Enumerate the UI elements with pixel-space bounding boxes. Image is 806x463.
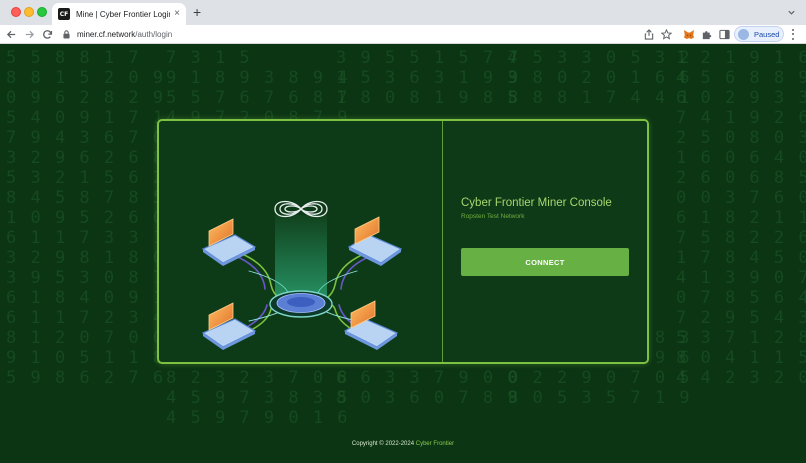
login-panel: Cyber Frontier Miner Console Ropsten Tes… [444,121,647,362]
page-viewport: 5 5 8 8 1 7 8 8 1 5 2 0 9 0 9 6 2 8 2 9 … [0,44,806,463]
console-title: Cyber Frontier Miner Console [461,197,612,209]
maximize-window-button[interactable] [37,7,47,17]
url-text[interactable]: miner.cf.network/auth/login [77,30,172,39]
laptop-icon [347,216,403,266]
site-favicon-icon: CF [58,8,70,20]
tab-close-icon[interactable]: × [174,9,180,19]
browser-tab-bar: CF Mine | Cyber Frontier Login × + [0,0,806,25]
new-tab-plus-icon[interactable]: + [193,5,201,19]
lock-icon[interactable] [61,29,71,41]
browser-menu-kebab-icon[interactable] [789,28,797,41]
address-bar[interactable]: miner.cf.network/auth/login [61,27,681,42]
profile-button[interactable]: Paused [734,26,784,42]
bookmark-star-icon[interactable] [660,28,673,41]
laptop-icon [201,218,257,266]
laptop-icon [343,300,399,350]
network-label: Ropsten Test Network [461,213,525,220]
profile-avatar-icon [738,28,749,40]
close-window-button[interactable] [11,7,21,17]
metamask-fox-icon[interactable] [682,28,695,41]
connect-button[interactable]: CONNECT [461,248,629,276]
reload-icon[interactable] [40,27,55,42]
footer: Copyright © 2022-2024 Cyber Frontier [0,441,806,447]
forward-arrow-icon[interactable] [22,27,37,42]
back-arrow-icon[interactable] [4,27,19,42]
copyright-text: Copyright © 2022-2024 [351,441,415,447]
light-beam [275,215,327,299]
browser-tab[interactable]: CF Mine | Cyber Frontier Login × [52,3,186,25]
tab-search-chevron-icon[interactable] [787,8,796,17]
minimize-window-button[interactable] [24,7,34,17]
matrix-column: 1 2 1 9 1 6 9 6 4 5 6 8 8 9 4 6 0 2 9 3 … [676,48,806,388]
network-illustration [201,200,403,350]
laptop-icon [201,302,257,350]
share-icon[interactable] [642,28,655,41]
browser-toolbar: miner.cf.network/auth/login Paused [0,25,806,44]
login-card: Cyber Frontier Miner Console Ropsten Tes… [157,119,649,364]
tab-title: Mine | Cyber Frontier Login [76,9,171,19]
matrix-column: 5 5 8 8 1 7 8 8 1 5 2 0 9 0 9 6 2 8 2 9 … [6,48,166,388]
cyber-frontier-link[interactable]: Cyber Frontier [416,441,454,447]
profile-status: Paused [754,29,780,39]
infinity-logo-icon [274,200,328,218]
hub-platform [269,290,333,318]
extensions-puzzle-icon[interactable] [700,28,713,41]
illustration-panel [159,121,443,362]
side-panel-icon[interactable] [718,28,731,41]
